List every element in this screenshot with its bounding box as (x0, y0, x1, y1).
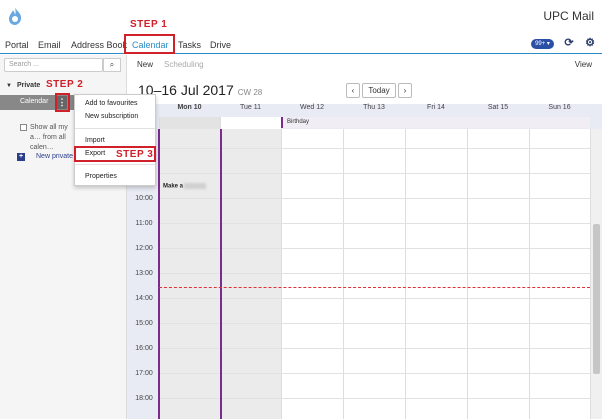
event-title[interactable]: Make a (163, 183, 207, 190)
notification-badge[interactable]: 99+ ▾ (531, 39, 554, 49)
event-bar[interactable] (220, 129, 222, 419)
hour-line (159, 398, 590, 399)
flame-logo-icon (9, 7, 22, 25)
view-button[interactable]: View (575, 60, 592, 69)
new-button[interactable]: New (137, 60, 153, 69)
top-bar: UPC Mail (0, 0, 602, 34)
search-icon[interactable]: ⌕ (103, 58, 121, 72)
time-label: 18:00 (135, 395, 153, 402)
day-header[interactable]: Thu 13 (343, 104, 405, 116)
scrollbar[interactable] (590, 129, 602, 419)
refresh-icon[interactable]: ⟳ (563, 37, 575, 49)
allday-cell[interactable] (159, 117, 220, 129)
prev-week-button[interactable]: ‹ (346, 83, 360, 98)
step2-label: STEP 2 (46, 79, 84, 90)
menu-divider (75, 128, 155, 129)
hour-line (159, 248, 590, 249)
calendar-toolbar: New Scheduling View (127, 55, 602, 75)
private-label: Private (16, 82, 41, 89)
day-header[interactable]: Fri 14 (405, 104, 467, 116)
plus-icon[interactable]: + (17, 153, 25, 161)
tree-private[interactable]: ▼ Private (6, 82, 40, 89)
gear-icon[interactable]: ⚙ (584, 37, 596, 49)
scheduling-button[interactable]: Scheduling (164, 60, 204, 69)
hour-line (159, 323, 590, 324)
hour-line (159, 198, 590, 199)
caret-down-icon: ▼ (6, 83, 12, 89)
time-label: 17:00 (135, 370, 153, 377)
calendar-context-menu: Add to favourites New subscription Impor… (74, 94, 156, 186)
time-label: 15:00 (135, 320, 153, 327)
search-input[interactable]: Search ... (4, 58, 103, 72)
menu-properties[interactable]: Properties (85, 173, 117, 180)
time-label: 10:00 (135, 195, 153, 202)
show-all-checkbox[interactable] (20, 124, 27, 131)
today-button[interactable]: Today (362, 83, 396, 98)
app-title: UPC Mail (543, 9, 594, 23)
menu-divider (75, 164, 155, 165)
nav-email[interactable]: Email (38, 40, 61, 50)
hour-line (159, 298, 590, 299)
allday-cell[interactable] (220, 117, 281, 129)
nav-portal[interactable]: Portal (5, 40, 29, 50)
day-header[interactable]: Mon 10 (159, 104, 220, 116)
step1-highlight (124, 34, 175, 54)
calendar-week: CW 28 (237, 88, 263, 97)
day-header[interactable]: Sat 15 (467, 104, 529, 116)
time-label: 16:00 (135, 345, 153, 352)
step1-label: STEP 1 (130, 19, 168, 30)
step3-label: STEP 3 (116, 149, 154, 160)
hour-line (159, 348, 590, 349)
time-label: 12:00 (135, 245, 153, 252)
nav-tasks[interactable]: Tasks (178, 40, 201, 50)
step2-highlight (55, 93, 70, 112)
new-private-calendar-link[interactable]: New private… (36, 153, 76, 160)
event-title-text: Make a (163, 183, 184, 190)
day-header[interactable]: Tue 11 (220, 104, 281, 116)
hour-line (159, 273, 590, 274)
day-header[interactable]: Sun 16 (529, 104, 590, 116)
time-label: 14:00 (135, 295, 153, 302)
nav-address-book[interactable]: Address Book (71, 40, 127, 50)
day-header[interactable]: Wed 12 (281, 104, 343, 116)
birthday-event[interactable]: Birthday (281, 117, 590, 128)
scroll-thumb[interactable] (593, 224, 600, 374)
event-bar[interactable] (158, 129, 160, 419)
menu-import[interactable]: Import (85, 137, 105, 144)
time-label: 11:00 (135, 220, 153, 227)
current-time-indicator (159, 287, 590, 288)
menu-add-favourites[interactable]: Add to favourites (85, 100, 138, 107)
hour-line (159, 173, 590, 174)
nav-drive[interactable]: Drive (210, 40, 231, 50)
next-week-button[interactable]: › (398, 83, 412, 98)
menu-new-subscription[interactable]: New subscription (85, 113, 138, 120)
calendar-label: Calendar (20, 98, 49, 105)
hour-line (159, 148, 590, 149)
show-all-label: Show all my a… from all calen… (30, 124, 68, 151)
hour-line (159, 223, 590, 224)
date-range-title: 10–16 Jul 2017 CW 28 (138, 82, 262, 98)
redacted-text (184, 183, 207, 189)
time-label: 13:00 (135, 270, 153, 277)
hour-line (159, 373, 590, 374)
